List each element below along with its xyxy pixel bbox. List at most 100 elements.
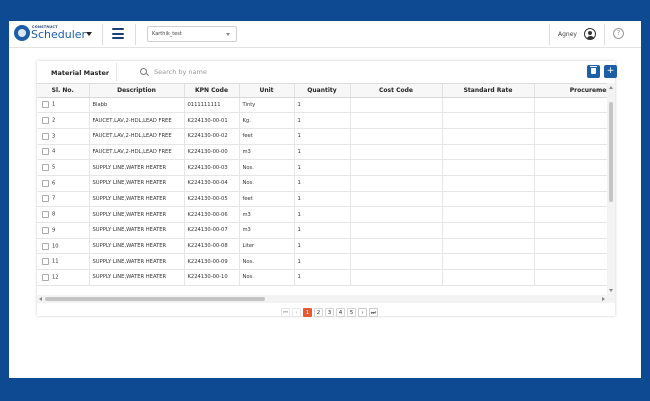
first-page-button[interactable]: ⏮	[281, 307, 290, 317]
table-cell	[350, 238, 443, 255]
user-name[interactable]: Agney	[558, 31, 577, 38]
row-checkbox[interactable]	[42, 164, 49, 172]
page-button[interactable]: 3	[325, 307, 334, 317]
scroll-left-icon[interactable]	[39, 297, 42, 301]
serial-number: 2	[52, 117, 56, 124]
row-checkbox[interactable]	[42, 226, 49, 234]
scroll-down-icon[interactable]	[609, 289, 613, 292]
serial-number: 6	[52, 180, 56, 187]
row-checkbox[interactable]	[42, 258, 49, 266]
table-row[interactable]: 8 SUPPLY LINE,WATER HEATER K224130-00-06 m3…	[37, 206, 607, 223]
table-cell	[350, 97, 443, 114]
column-header[interactable]: Sl. No.	[37, 84, 90, 98]
table-cell: 12	[37, 269, 90, 286]
materials-table-viewport: Sl. No. Description KPN Code Unit Quanti…	[37, 83, 607, 295]
scrollbar-thumb[interactable]	[45, 297, 265, 301]
user-icon[interactable]	[584, 28, 596, 40]
table-cell	[350, 253, 443, 271]
table-row[interactable]: 2 FAUCET,LAV,2-HDL,LEAD FREE K224130-00-01…	[37, 112, 607, 129]
table-cell	[350, 175, 443, 192]
table-cell	[534, 159, 607, 176]
column-header[interactable]: Description	[89, 84, 185, 98]
table-row[interactable]: 5 SUPPLY LINE,WATER HEATER K224130-00-03 No…	[37, 159, 607, 176]
table-cell	[350, 191, 443, 208]
table-cell	[534, 128, 607, 145]
table-cell: Nos.	[239, 269, 295, 286]
table-cell: 1	[294, 97, 351, 114]
row-checkbox[interactable]	[42, 101, 49, 109]
table-cell: m3	[239, 206, 295, 223]
column-header[interactable]: KPN Code	[184, 84, 240, 98]
row-checkbox[interactable]	[42, 132, 49, 140]
table-cell: 1	[294, 269, 351, 286]
scroll-right-icon[interactable]	[602, 297, 605, 301]
vertical-scrollbar[interactable]	[607, 83, 615, 295]
column-header[interactable]: Standard Rate	[442, 84, 535, 98]
next-page-button[interactable]: ›	[358, 307, 367, 317]
row-checkbox[interactable]	[42, 179, 49, 187]
page-button[interactable]: 4	[336, 307, 345, 317]
page-button[interactable]: 2	[314, 307, 323, 317]
search-input[interactable]	[154, 65, 354, 79]
table-row[interactable]: 3 FAUCET,LAV,2-HDL,LEAD FREE K224130-00-02…	[37, 128, 607, 145]
column-header[interactable]: Unit	[239, 84, 295, 98]
horizontal-scrollbar[interactable]	[37, 295, 615, 303]
column-header[interactable]: Quantity	[294, 84, 351, 98]
prev-page-button[interactable]: ‹	[292, 307, 301, 317]
table-cell	[534, 112, 607, 129]
table-cell: Nos.	[239, 159, 295, 176]
table-cell: 1	[294, 128, 351, 145]
serial-number: 11	[52, 258, 59, 265]
row-checkbox[interactable]	[42, 195, 49, 203]
column-header[interactable]: Cost Code	[350, 84, 443, 98]
row-checkbox[interactable]	[42, 242, 49, 250]
table-row[interactable]: 9 SUPPLY LINE,WATER HEATER K224130-00-07 m3…	[37, 222, 607, 239]
table-cell	[442, 128, 535, 145]
delete-button[interactable]	[587, 65, 600, 78]
material-master-panel: Material Master + Sl. No. Description KP…	[37, 61, 617, 317]
page-button[interactable]: 1	[303, 307, 312, 317]
table-cell: m3	[239, 222, 295, 239]
table-cell: 1	[294, 175, 351, 192]
page-button[interactable]: 5	[347, 307, 356, 317]
table-row[interactable]: 4 FAUCET,LAV,2-HDL,LEAD FREE K224130-00-00…	[37, 144, 607, 161]
scrollbar-thumb[interactable]	[609, 102, 613, 202]
search-icon	[140, 68, 147, 75]
table-cell: SUPPLY LINE,WATER HEATER	[89, 253, 185, 271]
help-icon[interactable]: ?	[613, 28, 624, 39]
tab-material-master[interactable]: Material Master	[37, 63, 118, 82]
add-button[interactable]: +	[604, 65, 617, 78]
table-cell: SUPPLY LINE,WATER HEATER	[89, 175, 185, 192]
column-header[interactable]: Procurement Type	[534, 84, 607, 98]
chevron-down-icon	[226, 33, 230, 36]
table-row[interactable]: 10 SUPPLY LINE,WATER HEATER K224130-00-08 L…	[37, 238, 607, 255]
table-cell	[442, 159, 535, 176]
table-row[interactable]: 7 SUPPLY LINE,WATER HEATER K224130-00-05 fe…	[37, 191, 607, 208]
serial-number: 7	[52, 195, 56, 202]
table-cell: 3	[37, 128, 90, 145]
project-select[interactable]: Karthik_test	[147, 26, 237, 42]
table-cell: 1	[294, 206, 351, 223]
menu-icon[interactable]	[112, 28, 124, 39]
row-checkbox[interactable]	[42, 148, 49, 156]
table-cell: Liter	[239, 238, 295, 255]
table-row[interactable]: 6 SUPPLY LINE,WATER HEATER K224130-00-04 No…	[37, 175, 607, 192]
panel-toolbar: Material Master +	[37, 61, 617, 83]
materials-table: Sl. No. Description KPN Code Unit Quanti…	[37, 84, 607, 286]
header-divider	[549, 24, 550, 45]
row-checkbox[interactable]	[42, 211, 49, 219]
serial-number: 1	[52, 101, 56, 108]
table-cell	[442, 112, 535, 129]
table-cell: m3	[239, 144, 295, 161]
row-checkbox[interactable]	[42, 117, 49, 125]
table-row[interactable]: 1 Blabb 0111111111 Tinty 1	[37, 97, 607, 114]
scroll-up-icon[interactable]	[609, 86, 613, 89]
table-cell: 1	[294, 112, 351, 129]
table-row[interactable]: 11 SUPPLY LINE,WATER HEATER K224130-00-09 N…	[37, 253, 607, 271]
table-row[interactable]: 12 SUPPLY LINE,WATER HEATER K224130-00-10 N…	[37, 269, 607, 286]
last-page-button[interactable]: ⏭	[369, 307, 378, 317]
table-cell: K224130-00-01	[184, 112, 240, 129]
row-checkbox[interactable]	[42, 273, 49, 281]
table-cell: 6	[37, 175, 90, 192]
chevron-down-icon[interactable]	[86, 32, 92, 36]
